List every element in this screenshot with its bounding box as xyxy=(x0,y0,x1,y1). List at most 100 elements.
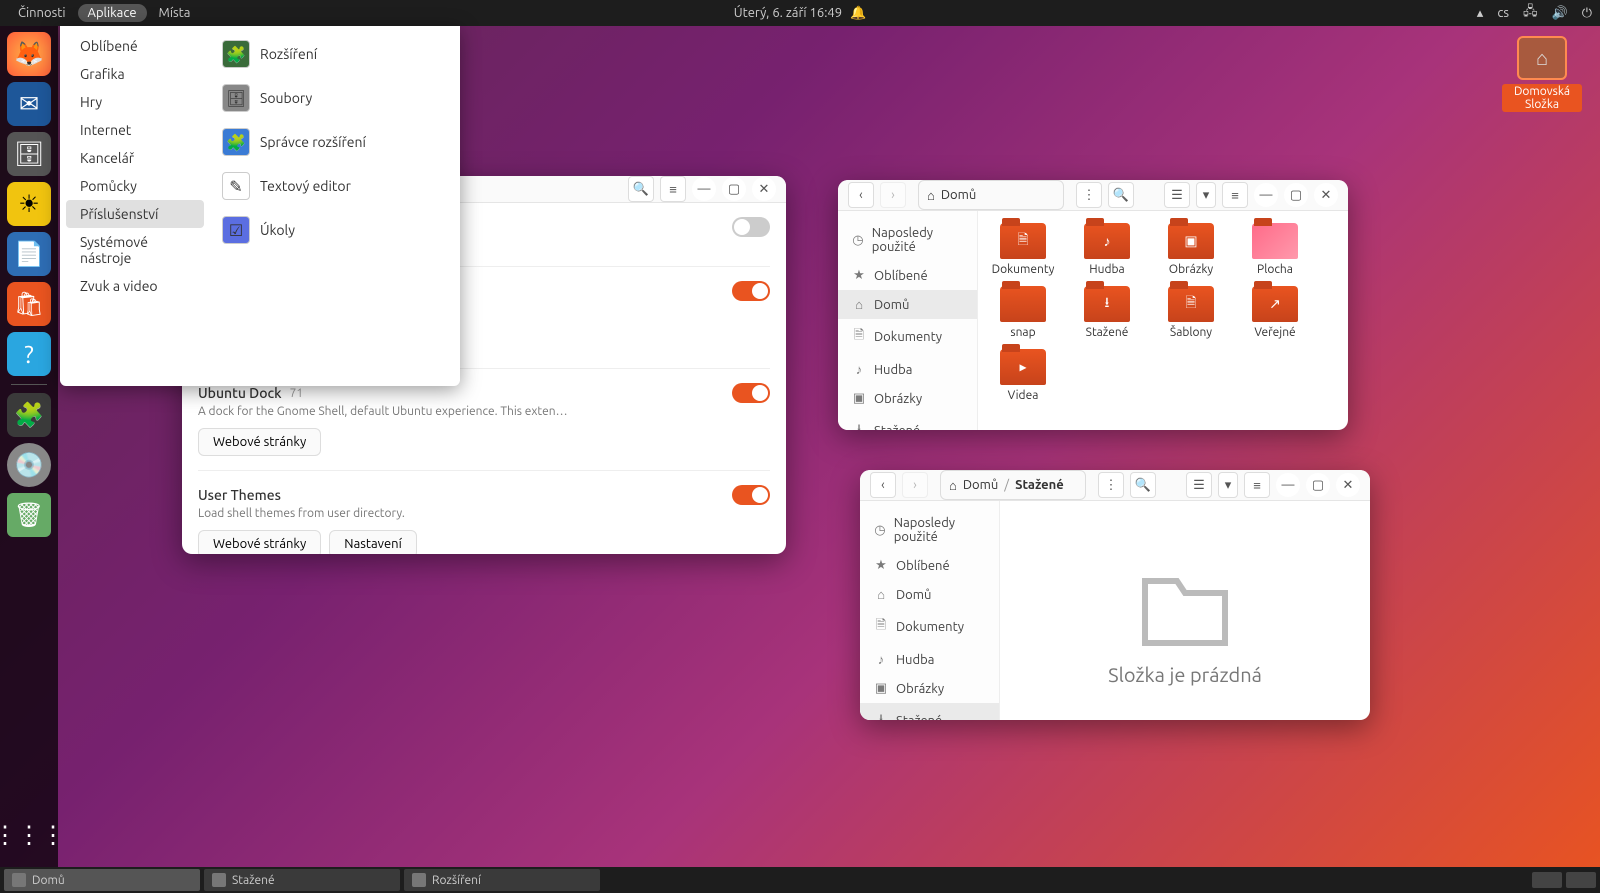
path-segment-home[interactable]: Domů xyxy=(963,478,998,492)
nav-back-button[interactable]: ‹ xyxy=(870,472,896,498)
app-menu-item[interactable]: 🧩Správce rozšíření xyxy=(216,120,454,164)
app-menu-category[interactable]: Příslušenství xyxy=(66,200,204,228)
power-icon[interactable]: ⏻ xyxy=(1582,6,1592,21)
extension-toggle[interactable] xyxy=(732,281,770,301)
close-button[interactable]: ✕ xyxy=(1336,473,1360,497)
dock-show-apps[interactable]: ⋮⋮⋮ xyxy=(7,813,51,857)
extension-toggle[interactable] xyxy=(732,485,770,505)
search-button[interactable]: 🔍 xyxy=(1108,182,1134,208)
dock-files[interactable]: 🗄 xyxy=(7,132,51,176)
tray-item[interactable] xyxy=(1532,872,1562,888)
sidebar-item[interactable]: ★Oblíbené xyxy=(860,551,999,580)
datetime-label[interactable]: Úterý, 6. září 16:49 xyxy=(734,6,842,20)
extension-toggle[interactable] xyxy=(732,217,770,237)
nav-forward-button[interactable]: › xyxy=(902,472,928,498)
extension-action-button[interactable]: Webové stránky xyxy=(198,428,321,456)
dock-disc[interactable]: 💿 xyxy=(7,443,51,487)
taskbar-item[interactable]: Domů xyxy=(4,869,200,891)
sidebar-item[interactable]: ♪Hudba xyxy=(860,645,999,674)
tray-item[interactable] xyxy=(1566,872,1596,888)
sidebar-item[interactable]: ⭳Stažené xyxy=(860,703,999,720)
view-list-button[interactable]: ☰ xyxy=(1164,182,1190,208)
path-segment-downloads[interactable]: Stažené xyxy=(1015,478,1064,492)
app-menu-category[interactable]: Zvuk a video xyxy=(66,272,204,300)
app-menu-category[interactable]: Internet xyxy=(66,116,204,144)
sidebar-item[interactable]: ⌂Domů xyxy=(838,290,977,319)
extensions-menu-button[interactable]: ≡ xyxy=(660,176,686,202)
path-bar[interactable]: ⌂ Domů xyxy=(918,180,1064,210)
view-dropdown-button[interactable]: ▾ xyxy=(1218,472,1238,498)
volume-icon[interactable]: 🔊 xyxy=(1552,6,1568,21)
extension-action-button[interactable]: Webové stránky xyxy=(198,530,321,554)
dock-thunderbird[interactable]: ✉ xyxy=(7,82,51,126)
app-menu-category[interactable]: Grafika xyxy=(66,60,204,88)
folder-item[interactable]: snap xyxy=(990,286,1056,339)
app-menu-item[interactable]: 🧩Rozšíření xyxy=(216,32,454,76)
keyboard-layout-indicator[interactable]: cs xyxy=(1497,6,1509,20)
close-button[interactable]: ✕ xyxy=(1314,183,1338,207)
sidebar-item[interactable]: 🗎Dokumenty xyxy=(838,319,977,355)
folder-item[interactable]: Plocha xyxy=(1242,223,1308,276)
places-button[interactable]: Místa xyxy=(149,4,201,22)
extensions-search-button[interactable]: 🔍 xyxy=(628,176,654,202)
dock-help[interactable]: ? xyxy=(7,332,51,376)
folder-item[interactable]: ♪Hudba xyxy=(1074,223,1140,276)
sidebar-item[interactable]: ▣Obrázky xyxy=(838,384,977,413)
notification-icon[interactable]: 🔔 xyxy=(850,6,866,21)
folder-item[interactable]: 🗎Dokumenty xyxy=(990,223,1056,276)
activities-button[interactable]: Činnosti xyxy=(8,4,76,22)
view-list-button[interactable]: ☰ xyxy=(1186,472,1212,498)
sidebar-item[interactable]: ★Oblíbené xyxy=(838,261,977,290)
app-menu-category[interactable]: Pomůcky xyxy=(66,172,204,200)
sidebar-item[interactable]: ▣Obrázky xyxy=(860,674,999,703)
hamburger-button[interactable]: ≡ xyxy=(1244,472,1270,498)
folder-item[interactable]: ▸Videa xyxy=(990,349,1056,402)
nav-back-button[interactable]: ‹ xyxy=(848,182,874,208)
app-menu-category[interactable]: Kancelář xyxy=(66,144,204,172)
dock-rhythmbox[interactable]: ☀ xyxy=(7,182,51,226)
sidebar-item[interactable]: ⭳Stažené xyxy=(838,413,977,430)
desktop-home-folder[interactable]: ⌂ Domovská Složka xyxy=(1502,36,1582,112)
close-button[interactable]: ✕ xyxy=(752,177,776,201)
minimize-button[interactable]: — xyxy=(1276,473,1300,497)
extension-toggle[interactable] xyxy=(732,383,770,403)
hamburger-button[interactable]: ≡ xyxy=(1222,182,1248,208)
app-menu-category[interactable]: Systémové nástroje xyxy=(66,228,204,272)
sidebar-item[interactable]: 🗎Dokumenty xyxy=(860,609,999,645)
sidebar-item[interactable]: ♪Hudba xyxy=(838,355,977,384)
path-menu-button[interactable]: ⋮ xyxy=(1076,182,1102,208)
dock-writer[interactable]: 📄 xyxy=(7,232,51,276)
sidebar-item[interactable]: ◷Naposledy použité xyxy=(838,219,977,261)
app-menu-item[interactable]: 🗄Soubory xyxy=(216,76,454,120)
maximize-button[interactable]: ▢ xyxy=(1284,183,1308,207)
extension-action-button[interactable]: Nastavení xyxy=(329,530,416,554)
folder-item[interactable]: 🗎Šablony xyxy=(1158,286,1224,339)
dock-extensions[interactable]: 🧩 xyxy=(7,393,51,437)
app-menu-category[interactable]: Hry xyxy=(66,88,204,116)
folder-item[interactable]: ⭳Stažené xyxy=(1074,286,1140,339)
minimize-button[interactable]: — xyxy=(692,177,716,201)
sidebar-item[interactable]: ◷Naposledy použité xyxy=(860,509,999,551)
minimize-button[interactable]: — xyxy=(1254,183,1278,207)
applications-button[interactable]: Aplikace xyxy=(78,4,147,22)
sidebar-item[interactable]: ⌂Domů xyxy=(860,580,999,609)
path-segment-home[interactable]: Domů xyxy=(941,188,976,202)
maximize-button[interactable]: ▢ xyxy=(1306,473,1330,497)
folder-item[interactable]: ▣Obrázky xyxy=(1158,223,1224,276)
taskbar-item[interactable]: Stažené xyxy=(204,869,400,891)
path-bar[interactable]: ⌂ Domů / Stažené xyxy=(940,470,1086,500)
app-menu-item[interactable]: ☑Úkoly xyxy=(216,208,454,252)
view-dropdown-button[interactable]: ▾ xyxy=(1196,182,1216,208)
folder-item[interactable]: ↗Veřejné xyxy=(1242,286,1308,339)
app-menu-item[interactable]: ✎Textový editor xyxy=(216,164,454,208)
maximize-button[interactable]: ▢ xyxy=(722,177,746,201)
updates-icon[interactable]: ▴ xyxy=(1477,6,1484,21)
search-button[interactable]: 🔍 xyxy=(1130,472,1156,498)
app-menu-category[interactable]: Oblíbené xyxy=(66,32,204,60)
dock-firefox[interactable]: 🦊 xyxy=(7,32,51,76)
dock-trash[interactable]: 🗑 xyxy=(7,493,51,537)
files-home-grid[interactable]: 🗎Dokumenty ♪Hudba ▣Obrázky Plocha snap ⭳Staže… xyxy=(978,211,1348,430)
dock-software[interactable]: 🛍 xyxy=(7,282,51,326)
nav-forward-button[interactable]: › xyxy=(880,182,906,208)
network-icon[interactable]: 🖧 xyxy=(1523,2,1538,24)
